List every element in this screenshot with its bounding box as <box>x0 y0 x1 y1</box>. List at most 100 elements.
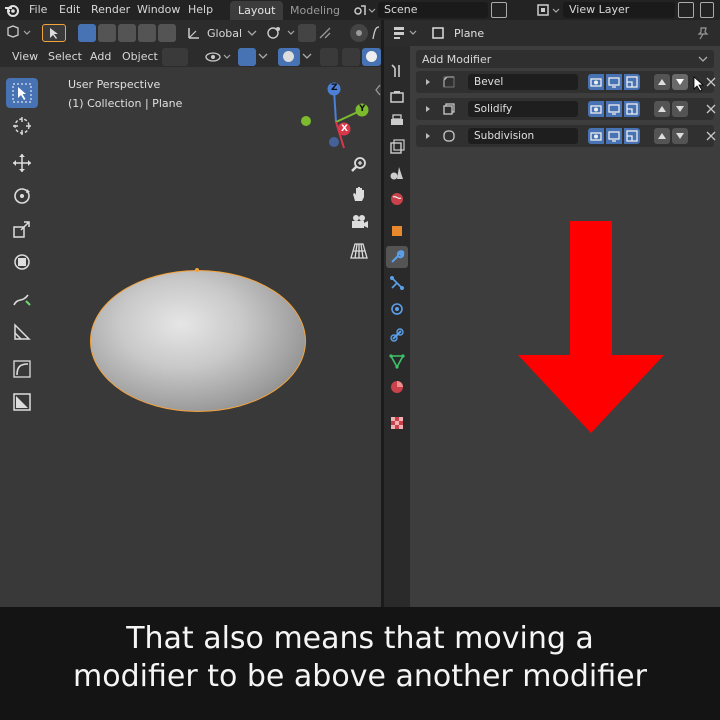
menu-render[interactable]: Render <box>91 3 130 16</box>
blender-logo-icon[interactable] <box>4 2 20 18</box>
tab-particles[interactable] <box>386 272 408 294</box>
tab-tool[interactable] <box>386 60 408 82</box>
expand-arrow-icon[interactable] <box>424 78 432 86</box>
tab-object[interactable] <box>386 220 408 242</box>
show-render-toggle[interactable] <box>624 128 640 144</box>
select-mode-button[interactable] <box>42 24 66 42</box>
add-modifier-dropdown[interactable]: Add Modifier <box>416 50 714 68</box>
viewport-menu-select[interactable]: Select <box>48 50 82 63</box>
add-cube-tool[interactable] <box>6 354 38 384</box>
scene-icon[interactable] <box>352 2 376 18</box>
annotate-tool[interactable] <box>6 284 38 314</box>
zoom-button[interactable] <box>348 154 370 176</box>
expand-arrow-icon[interactable] <box>424 105 432 113</box>
menu-help[interactable]: Help <box>188 3 213 16</box>
tab-scene[interactable] <box>386 162 408 184</box>
select-invert-button[interactable] <box>138 24 156 42</box>
tab-modeling[interactable]: Modeling <box>282 1 348 20</box>
modifier-panel-subdivision[interactable]: Subdivision <box>416 125 716 147</box>
tab-texture[interactable] <box>386 412 408 434</box>
pivot-point-icon[interactable] <box>266 25 302 41</box>
tab-view-layer[interactable] <box>386 136 408 158</box>
scale-tool[interactable] <box>6 214 38 244</box>
new-scene-icon[interactable] <box>491 2 507 18</box>
select-subtract-button[interactable] <box>118 24 136 42</box>
viewport-menu-object[interactable]: Object <box>122 50 158 63</box>
solid-shading-button[interactable] <box>362 48 381 66</box>
transform-orientation-value[interactable]: Global <box>207 27 242 40</box>
xray-toggle-button[interactable] <box>320 48 338 66</box>
cursor-tool[interactable] <box>6 111 38 141</box>
tab-world[interactable] <box>386 188 408 210</box>
select-new-button[interactable] <box>78 24 96 42</box>
move-up-button[interactable] <box>654 74 670 90</box>
select-intersect-button[interactable] <box>158 24 176 42</box>
remove-modifier-close-icon[interactable] <box>706 77 716 87</box>
remove-view-layer-icon[interactable] <box>700 2 714 18</box>
move-tool[interactable] <box>6 148 38 178</box>
shear-tool[interactable] <box>6 387 38 417</box>
show-in-editmode-toggle[interactable] <box>588 128 604 144</box>
measure-tool[interactable] <box>6 317 38 347</box>
viewport-menu-add[interactable]: Add <box>90 50 111 63</box>
show-in-editmode-toggle[interactable] <box>588 74 604 90</box>
remove-modifier-close-icon[interactable] <box>706 104 716 114</box>
modifier-panel-bevel[interactable]: Bevel <box>416 71 716 93</box>
select-extend-button[interactable] <box>98 24 116 42</box>
show-viewport-toggle[interactable] <box>606 128 622 144</box>
tab-modifiers[interactable] <box>386 246 408 268</box>
3d-viewport[interactable]: Global View Select Add Object User Persp… <box>0 20 381 607</box>
move-down-button[interactable] <box>672 101 688 117</box>
modifier-name-field[interactable]: Subdivision <box>468 128 578 144</box>
modifier-name-field[interactable]: Bevel <box>468 74 578 90</box>
tab-render[interactable] <box>386 86 408 108</box>
move-up-button[interactable] <box>654 128 670 144</box>
show-viewport-toggle[interactable] <box>606 74 622 90</box>
editor-type-icon[interactable] <box>6 25 36 41</box>
modifier-panel-solidify[interactable]: Solidify <box>416 98 716 120</box>
tab-output[interactable] <box>386 110 408 132</box>
properties-editor-type-icon[interactable] <box>392 25 422 41</box>
object-type-visibility-button[interactable] <box>162 48 188 66</box>
show-in-editmode-toggle[interactable] <box>588 101 604 117</box>
move-down-button[interactable] <box>672 74 688 90</box>
rotate-tool[interactable] <box>6 181 38 211</box>
proportional-edit-toggle[interactable] <box>350 24 368 42</box>
show-viewport-toggle[interactable] <box>606 101 622 117</box>
move-up-button[interactable] <box>654 101 670 117</box>
snap-target-icon[interactable] <box>318 26 332 40</box>
tab-layout[interactable]: Layout <box>230 1 284 20</box>
transform-tool[interactable] <box>6 247 38 277</box>
tab-constraints[interactable] <box>386 324 408 346</box>
perspective-toggle-button[interactable] <box>348 240 370 262</box>
tab-object-data[interactable] <box>386 350 408 372</box>
selected-plane-object[interactable] <box>90 270 306 412</box>
view-object-types-icon[interactable] <box>204 49 234 65</box>
menu-file[interactable]: File <box>29 3 47 16</box>
menu-edit[interactable]: Edit <box>59 3 80 16</box>
show-render-toggle[interactable] <box>624 74 640 90</box>
modifier-name-field[interactable]: Solidify <box>468 101 578 117</box>
show-render-toggle[interactable] <box>624 101 640 117</box>
viewport-menu-view[interactable]: View <box>12 50 38 63</box>
snap-toggle[interactable] <box>298 24 316 42</box>
new-view-layer-icon[interactable] <box>678 2 694 18</box>
overlays-toggle-button[interactable] <box>278 48 300 66</box>
wireframe-shading-button[interactable] <box>342 48 360 66</box>
arrow-down-icon <box>676 133 684 139</box>
tab-physics[interactable] <box>386 298 408 320</box>
move-down-button[interactable] <box>672 128 688 144</box>
scale-icon <box>13 221 30 238</box>
pan-button[interactable] <box>348 183 370 205</box>
camera-view-button[interactable] <box>348 211 370 233</box>
gizmo-toggle-button[interactable] <box>238 48 256 66</box>
view-layer-icon[interactable] <box>536 2 562 18</box>
sidebar-toggle-icon[interactable] <box>374 83 381 97</box>
select-box-tool[interactable] <box>6 78 38 108</box>
menu-window[interactable]: Window <box>137 3 180 16</box>
falloff-icon[interactable] <box>371 25 381 41</box>
remove-modifier-close-icon[interactable] <box>706 131 716 141</box>
pin-icon[interactable] <box>696 26 710 40</box>
tab-material[interactable] <box>386 376 408 398</box>
expand-arrow-icon[interactable] <box>424 132 432 140</box>
